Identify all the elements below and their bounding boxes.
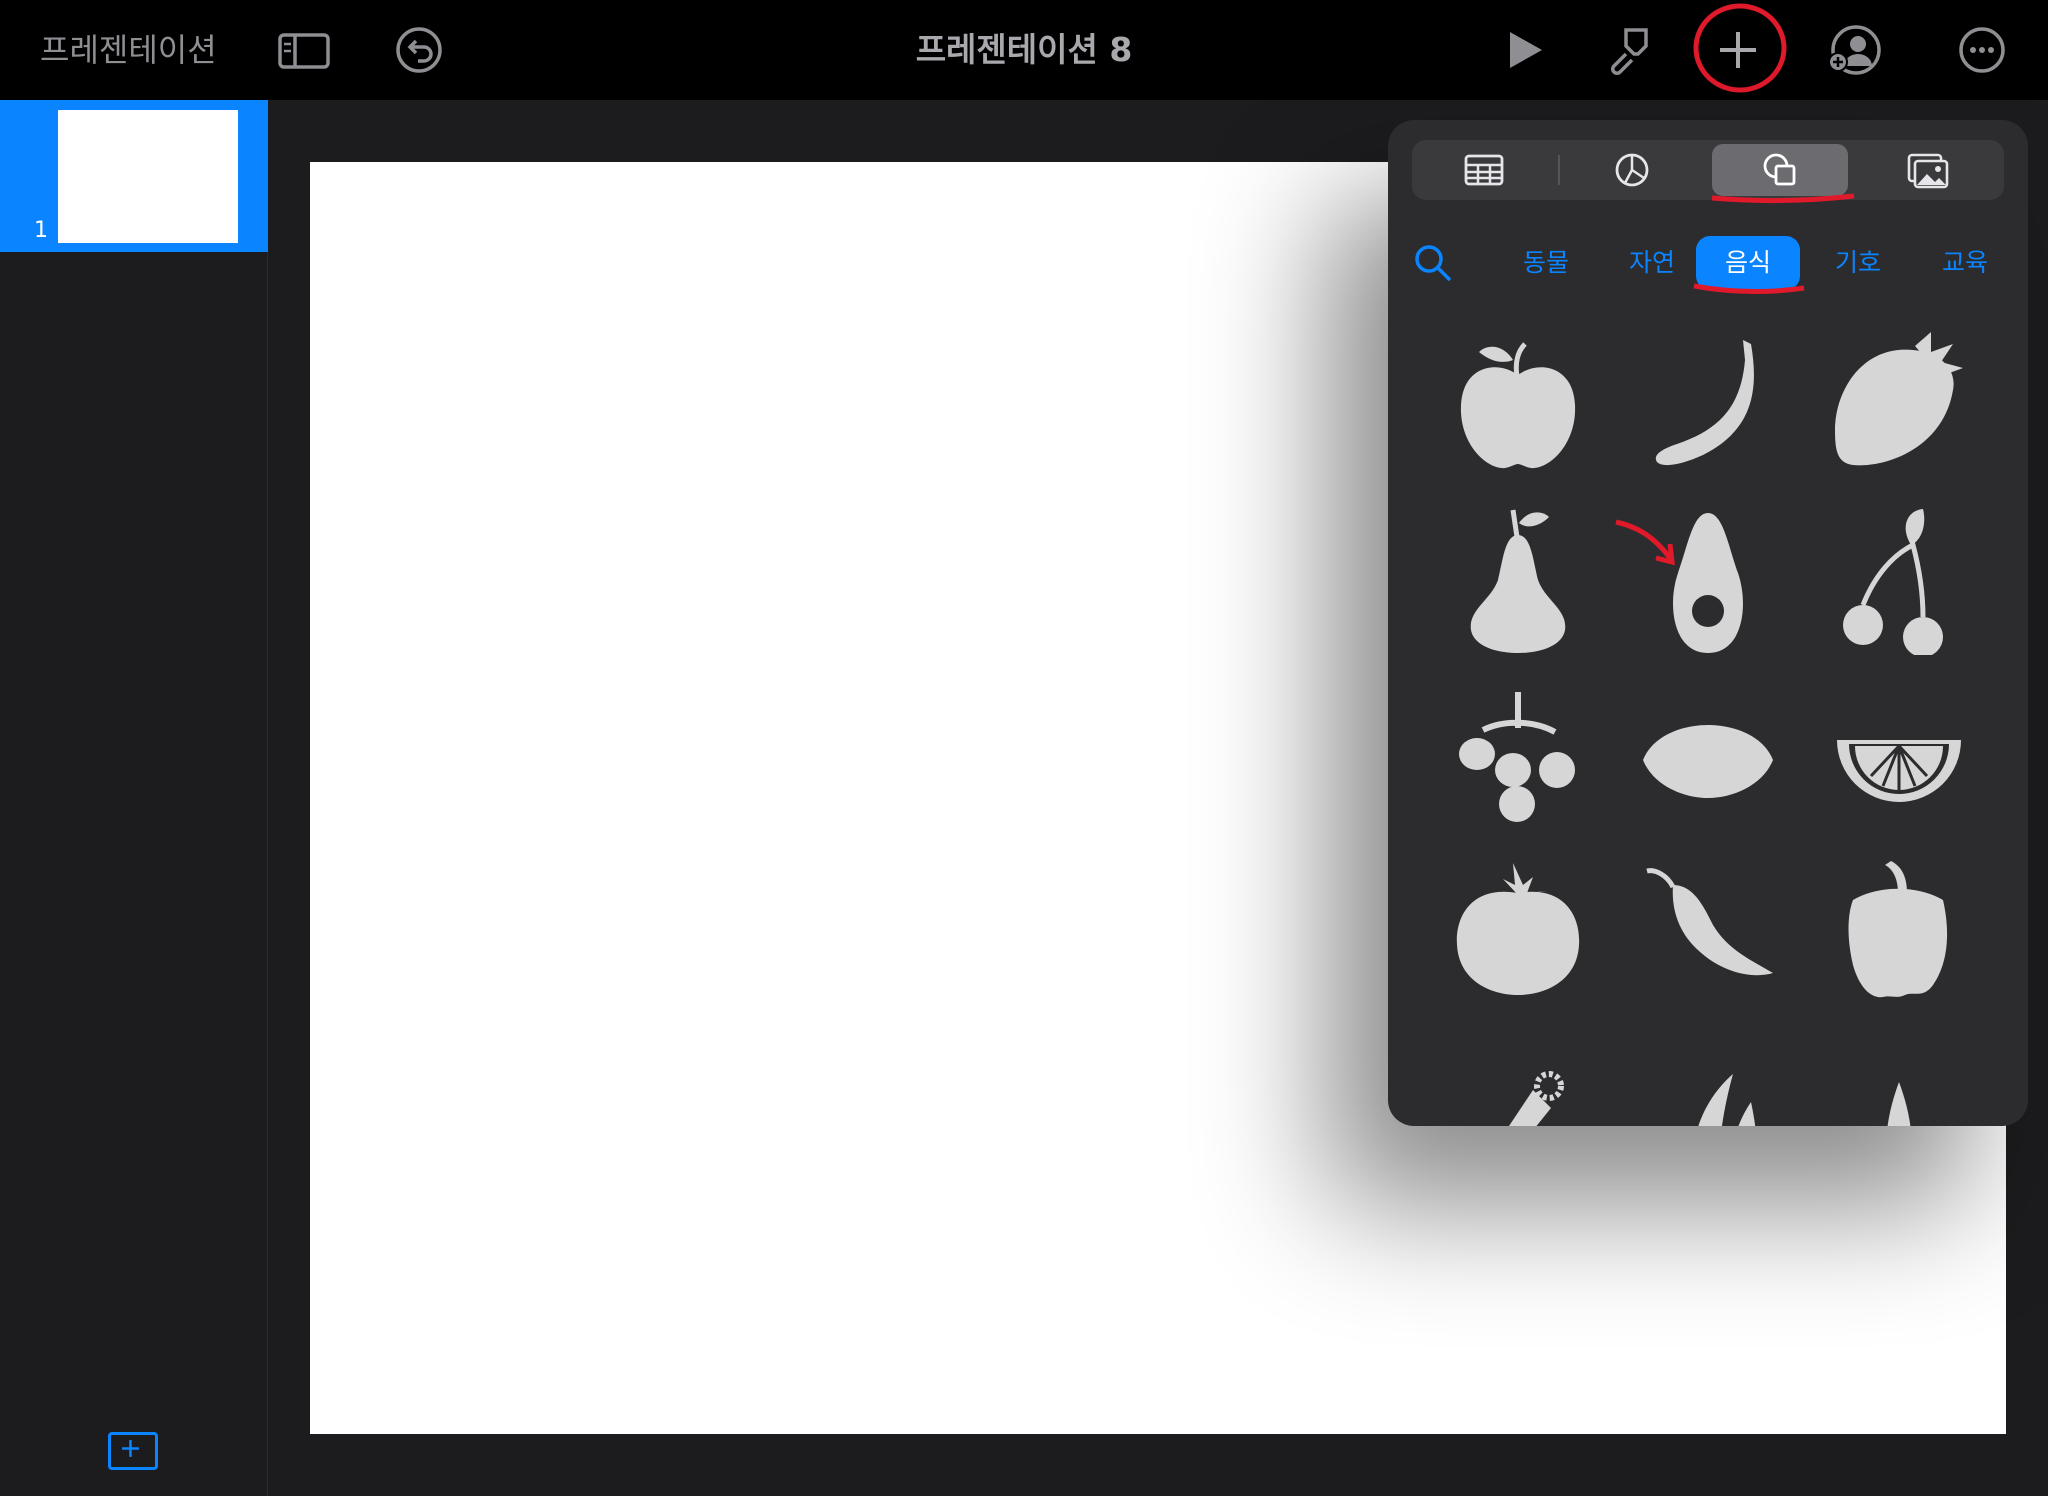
cherries-icon[interactable] bbox=[1823, 505, 1973, 657]
lemon-icon[interactable] bbox=[1633, 680, 1783, 830]
grapes-icon[interactable] bbox=[1443, 680, 1593, 830]
category-nature[interactable]: 자연 bbox=[1602, 236, 1702, 290]
search-icon[interactable] bbox=[1410, 240, 1456, 286]
plus-square-icon bbox=[122, 1440, 139, 1457]
insert-popover: 동물 자연 음식 기호 교육 bbox=[1388, 120, 2028, 1126]
collaborate-icon[interactable] bbox=[1826, 22, 1882, 78]
tomato-icon[interactable] bbox=[1443, 855, 1593, 1005]
more-icon[interactable] bbox=[1954, 22, 2010, 78]
plus-icon[interactable] bbox=[1710, 22, 1766, 78]
slide-thumbnail-row[interactable]: 1 bbox=[0, 100, 268, 252]
sidebar-icon[interactable] bbox=[276, 22, 332, 78]
category-food[interactable]: 음식 bbox=[1696, 236, 1800, 290]
pie-chart-icon bbox=[1615, 153, 1649, 187]
tab-chart[interactable] bbox=[1564, 144, 1700, 196]
segment-divider bbox=[1558, 155, 1560, 185]
banana-icon[interactable] bbox=[1633, 330, 1783, 480]
shape-grid bbox=[1388, 330, 2028, 1126]
bell-pepper-icon[interactable] bbox=[1823, 855, 1973, 1005]
photo-icon bbox=[1907, 153, 1949, 189]
top-toolbar: 프레젠테이션 프레젠테이션 8 bbox=[0, 0, 2048, 100]
pear-icon[interactable] bbox=[1443, 505, 1593, 655]
shape-category-bar: 동물 자연 음식 기호 교육 bbox=[1388, 230, 2028, 296]
tab-table[interactable] bbox=[1416, 144, 1552, 196]
strawberry-icon[interactable] bbox=[1823, 330, 1973, 480]
slide-number: 1 bbox=[34, 218, 48, 243]
slide-navigator: 1 bbox=[0, 100, 268, 1496]
shapes-icon bbox=[1763, 153, 1796, 186]
play-icon[interactable] bbox=[1496, 22, 1552, 78]
corn-icon[interactable] bbox=[1823, 1030, 1973, 1126]
add-slide-button[interactable] bbox=[108, 1432, 158, 1470]
category-animals[interactable]: 동물 bbox=[1496, 236, 1596, 290]
category-education[interactable]: 교육 bbox=[1915, 236, 2015, 290]
paintbrush-icon[interactable] bbox=[1600, 22, 1656, 78]
undo-icon[interactable] bbox=[391, 22, 447, 78]
table-icon bbox=[1464, 154, 1504, 186]
category-symbols[interactable]: 기호 bbox=[1808, 236, 1908, 290]
carrot-icon[interactable] bbox=[1443, 1030, 1593, 1126]
chili-pepper-icon[interactable] bbox=[1633, 855, 1783, 1005]
green-beans-icon[interactable] bbox=[1633, 1030, 1783, 1126]
apple-icon[interactable] bbox=[1443, 330, 1593, 480]
insert-type-segmented-control bbox=[1412, 140, 2004, 200]
citrus-slice-icon[interactable] bbox=[1823, 680, 1973, 830]
avocado-icon[interactable] bbox=[1633, 505, 1783, 655]
slide-thumbnail[interactable] bbox=[58, 110, 238, 243]
tab-shape[interactable] bbox=[1712, 144, 1848, 196]
tab-media[interactable] bbox=[1860, 144, 1996, 196]
